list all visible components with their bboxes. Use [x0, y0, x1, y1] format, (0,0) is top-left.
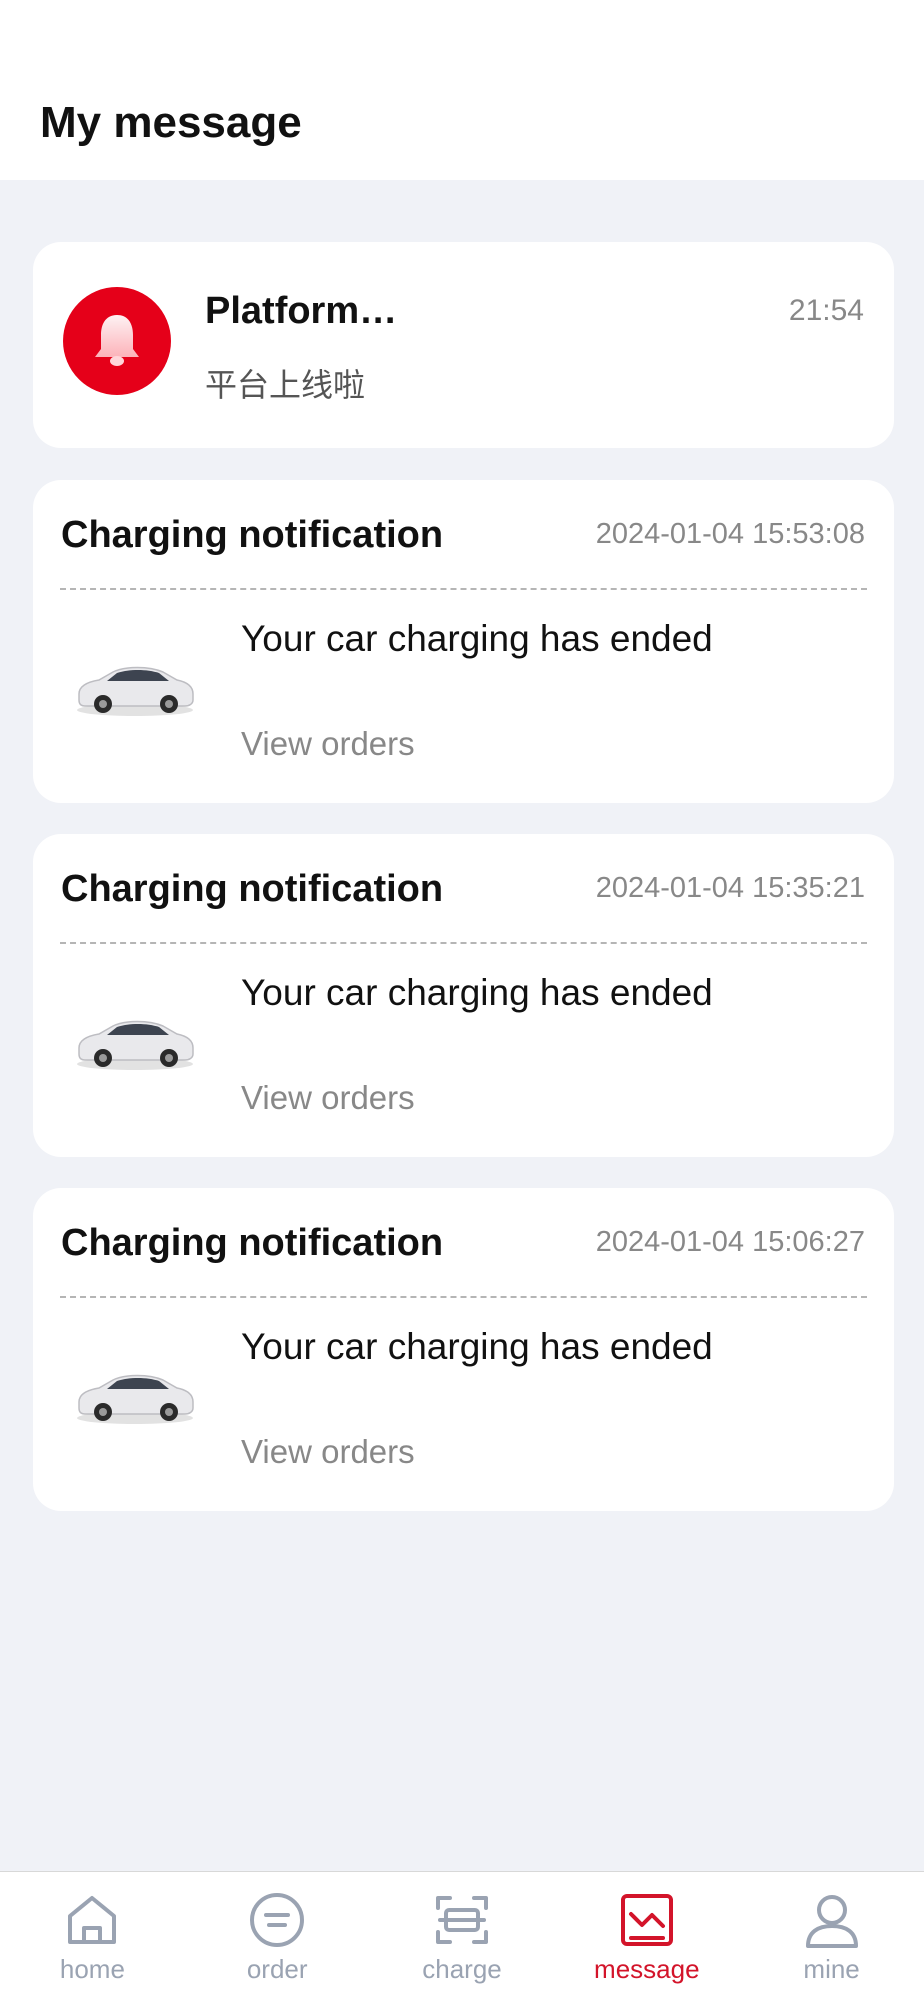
- platform-message-subtitle: 平台上线啦: [205, 367, 366, 403]
- car-icon: [77, 1374, 194, 1424]
- home-icon: [68, 1896, 117, 1944]
- tab-mine[interactable]: mine: [739, 1872, 924, 2000]
- tab-message[interactable]: message: [554, 1872, 739, 2000]
- view-orders-link[interactable]: View orders: [241, 1079, 415, 1117]
- dashed-divider: [60, 588, 867, 590]
- platform-message-time: 21:54: [788, 294, 864, 327]
- notification-title: Charging notification: [61, 514, 444, 556]
- dashed-divider: [60, 1296, 867, 1298]
- user-icon: [805, 1895, 858, 1948]
- notification-title: Charging notification: [61, 1222, 444, 1264]
- notification-card[interactable]: Charging notification 2024-01-04 15:53:0…: [33, 480, 894, 803]
- platform-message-card[interactable]: Platform… 平台上线啦 21:54: [33, 242, 894, 448]
- notification-time: 2024-01-04 15:35:21: [595, 872, 865, 904]
- tab-home[interactable]: home: [0, 1872, 185, 2000]
- bell-icon: [95, 315, 139, 366]
- car-icon: [77, 666, 194, 716]
- notification-message: Your car charging has ended: [241, 972, 713, 1013]
- platform-avatar: [63, 287, 171, 395]
- tab-label: order: [246, 1954, 308, 1984]
- view-orders-link[interactable]: View orders: [241, 725, 415, 763]
- platform-message-title: Platform…: [205, 290, 398, 332]
- tab-label: message: [594, 1954, 700, 1984]
- notification-card[interactable]: Charging notification 2024-01-04 15:35:2…: [33, 834, 894, 1157]
- notification-message: Your car charging has ended: [241, 1326, 713, 1367]
- message-icon: [620, 1894, 673, 1946]
- tab-label: charge: [422, 1954, 502, 1984]
- dashed-divider: [60, 942, 867, 944]
- notification-time: 2024-01-04 15:53:08: [595, 518, 865, 550]
- tab-label: home: [59, 1954, 125, 1984]
- notification-message: Your car charging has ended: [241, 618, 713, 659]
- scan-icon: [435, 1896, 488, 1944]
- view-orders-link[interactable]: View orders: [241, 1433, 415, 1471]
- notification-title: Charging notification: [61, 868, 444, 910]
- notification-card[interactable]: Charging notification 2024-01-04 15:06:2…: [33, 1188, 894, 1511]
- tab-order[interactable]: order: [185, 1872, 370, 2000]
- header: My message: [0, 0, 924, 180]
- bottom-tab-bar: home order charge message mine: [0, 1871, 924, 2000]
- tab-label: mine: [803, 1954, 860, 1984]
- order-icon: [250, 1893, 305, 1947]
- page-title: My message: [40, 98, 302, 147]
- notification-time: 2024-01-04 15:06:27: [595, 1226, 865, 1258]
- car-icon: [77, 1020, 194, 1070]
- tab-charge[interactable]: charge: [370, 1872, 555, 2000]
